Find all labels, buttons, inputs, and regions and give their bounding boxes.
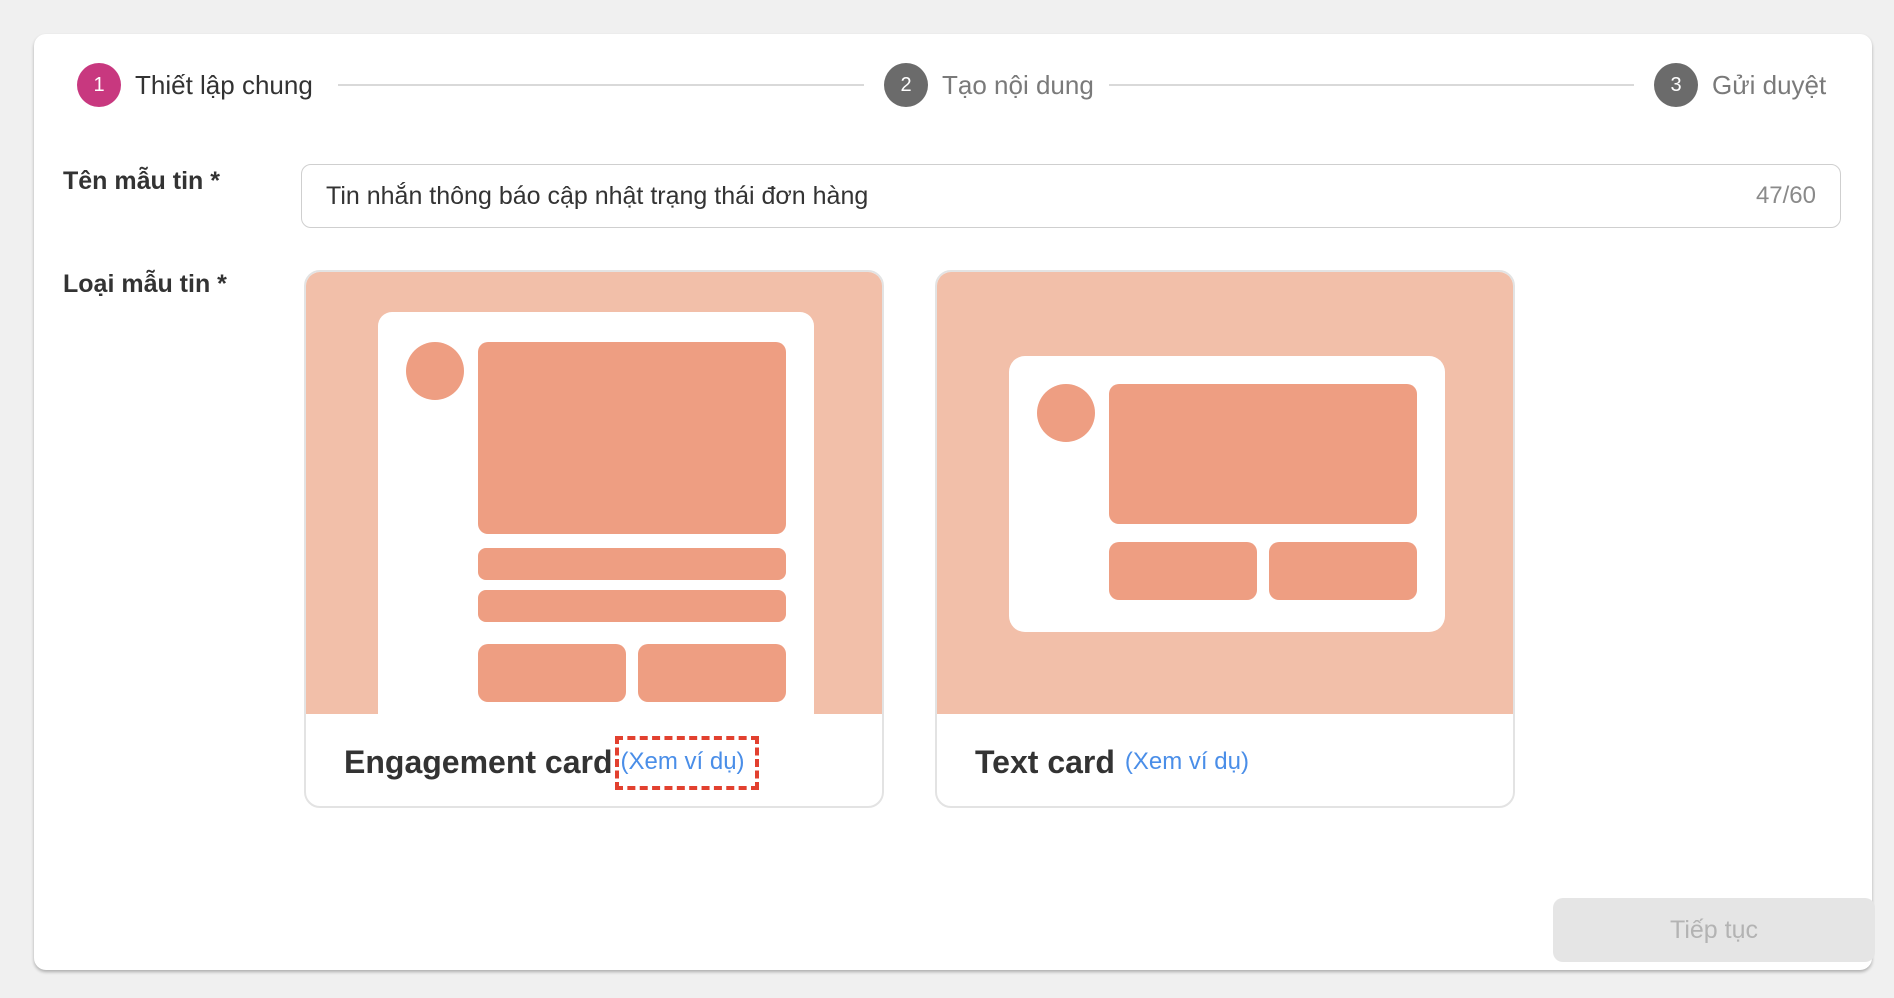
- image-placeholder: [1109, 384, 1417, 524]
- step-label: Thiết lập chung: [135, 69, 313, 100]
- step-submit-review[interactable]: 3 Gửi duyệt: [1654, 63, 1826, 107]
- template-name-label: Tên mẫu tin *: [63, 167, 220, 195]
- template-setup-panel: 1 Thiết lập chung 2 Tạo nội dung 3 Gửi d…: [34, 34, 1875, 970]
- view-example-link[interactable]: (Xem ví dụ): [1125, 748, 1249, 776]
- stepper-connector: [338, 84, 864, 86]
- step-general-settings[interactable]: 1 Thiết lập chung: [77, 63, 313, 107]
- step-label: Tạo nội dung: [942, 69, 1094, 100]
- step-create-content[interactable]: 2 Tạo nội dung: [884, 63, 1094, 107]
- step-number-badge: 3: [1654, 63, 1698, 107]
- template-type-label: Loại mẫu tin *: [63, 270, 227, 298]
- text-line-placeholder: [478, 590, 786, 622]
- step-label: Gửi duyệt: [1712, 69, 1827, 100]
- button-placeholder: [478, 644, 626, 702]
- template-name-input[interactable]: [326, 181, 1740, 211]
- step-number-badge: 1: [77, 63, 121, 107]
- avatar-placeholder-icon: [1037, 384, 1095, 442]
- card-title: Text card: [975, 743, 1115, 780]
- character-counter: 47/60: [1755, 182, 1816, 209]
- template-name-field[interactable]: 47/60: [301, 164, 1841, 228]
- step-number-badge: 2: [884, 63, 928, 107]
- text-card-option[interactable]: Text card (Xem ví dụ): [935, 270, 1515, 808]
- stepper-connector: [1109, 84, 1634, 86]
- text-line-placeholder: [478, 548, 786, 580]
- text-card-illustration: [937, 272, 1513, 714]
- view-example-link[interactable]: (Xem ví dụ): [614, 736, 759, 790]
- engagement-card-option[interactable]: Engagement card (Xem ví dụ): [304, 270, 884, 808]
- card-footer: Text card (Xem ví dụ): [937, 714, 1513, 806]
- button-placeholder: [1109, 542, 1257, 600]
- avatar-placeholder-icon: [406, 342, 464, 400]
- button-placeholder: [638, 644, 786, 702]
- card-footer: Engagement card (Xem ví dụ): [306, 714, 882, 806]
- engagement-card-illustration: [306, 272, 882, 714]
- button-placeholder: [1269, 542, 1417, 600]
- image-placeholder: [478, 342, 786, 534]
- continue-button[interactable]: Tiếp tục: [1553, 898, 1875, 962]
- card-title: Engagement card: [344, 743, 613, 780]
